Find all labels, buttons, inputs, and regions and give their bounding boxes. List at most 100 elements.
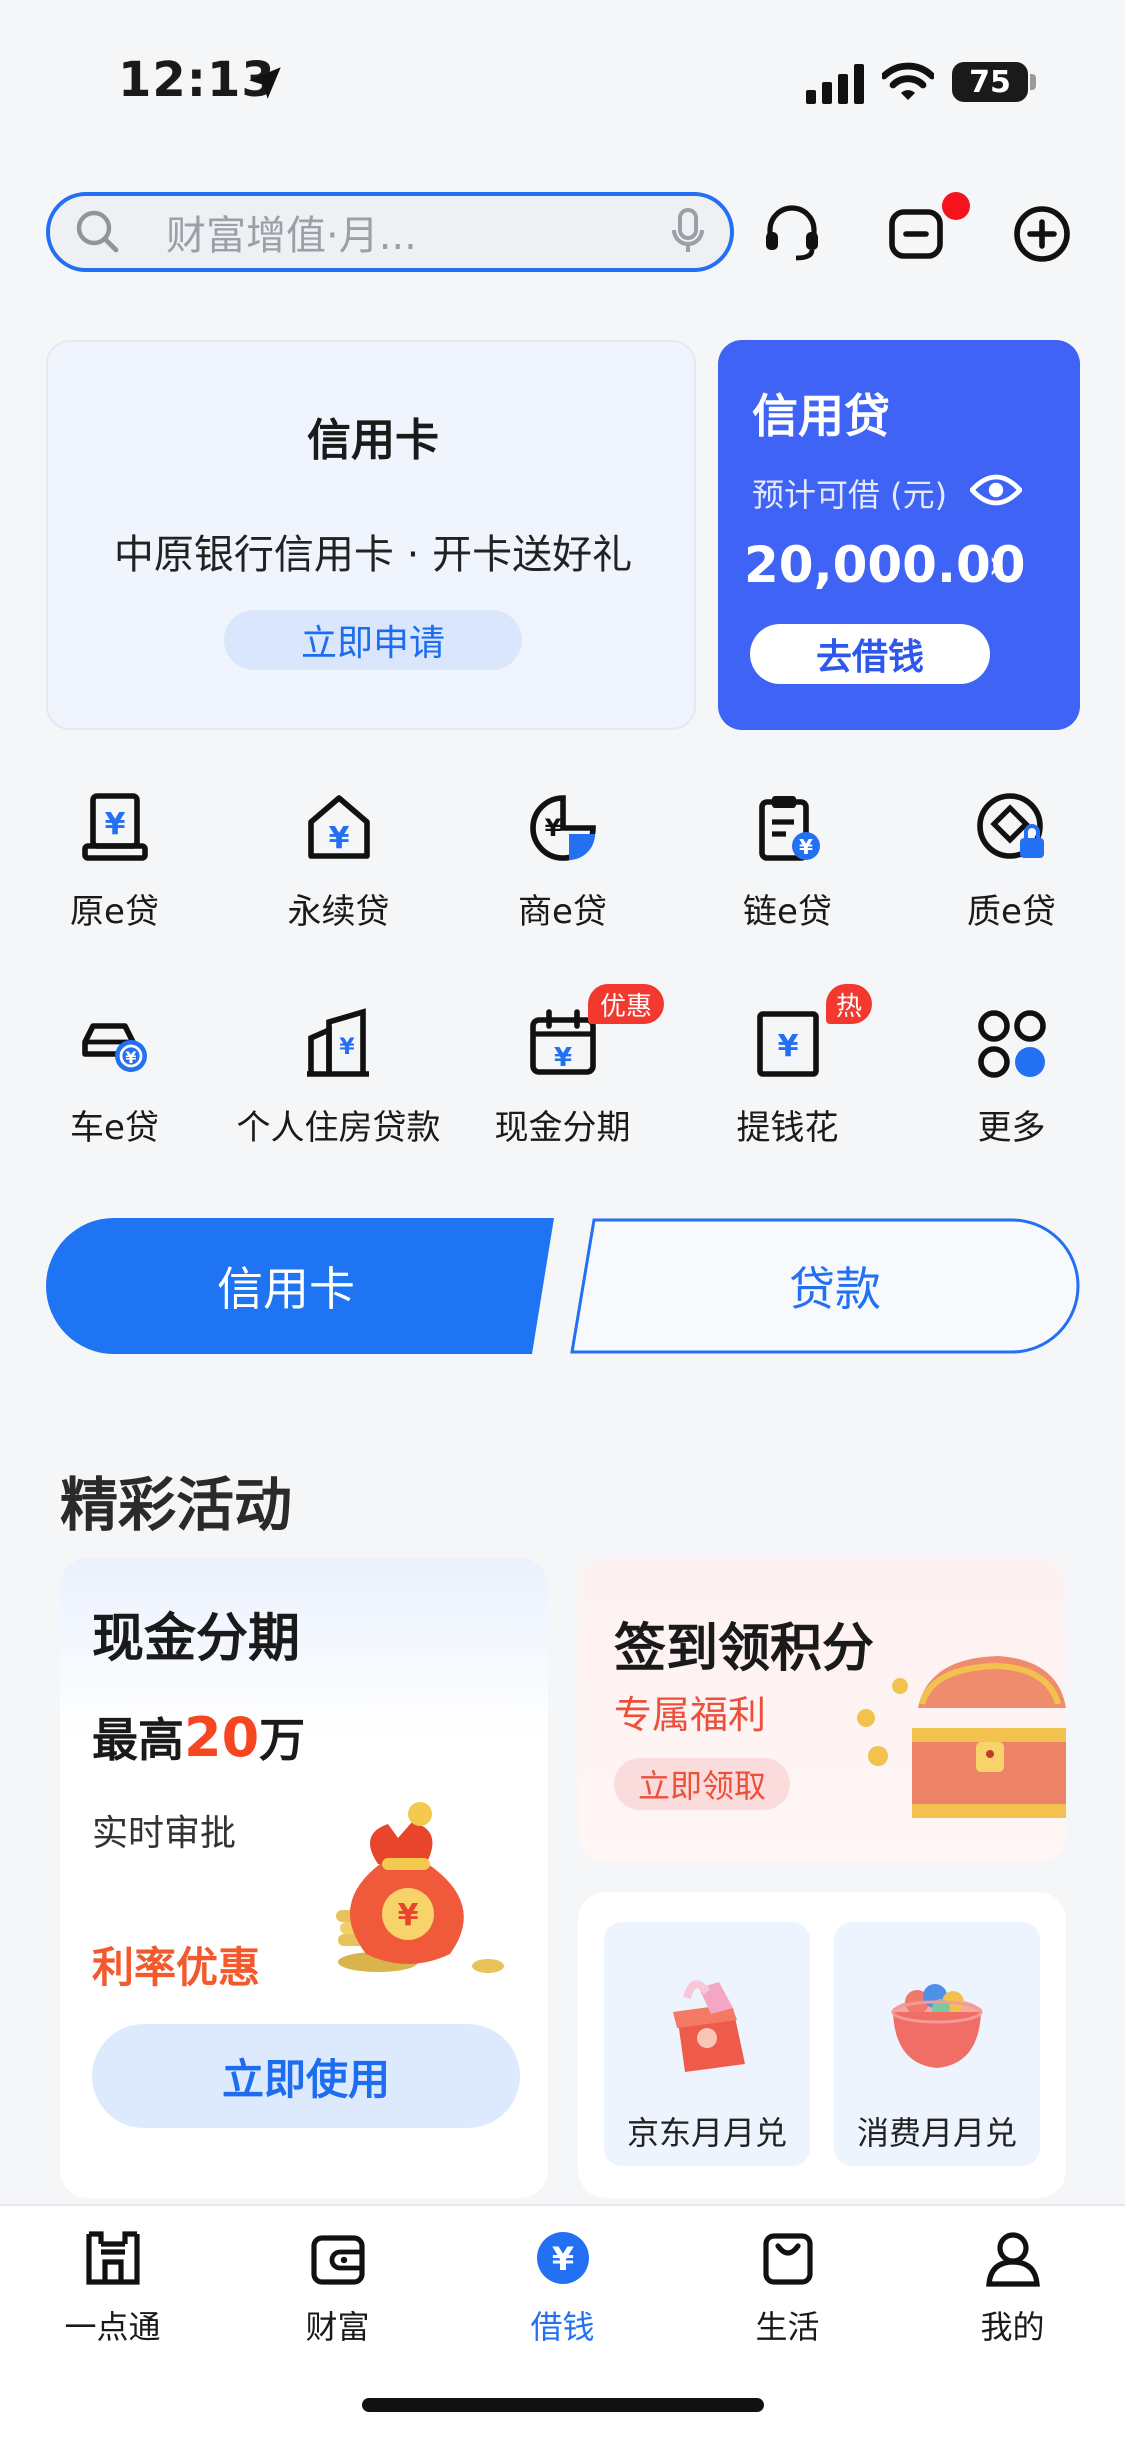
product-housing-loan[interactable]: ¥ 个人住房贷款 [226,1006,451,1166]
product-che-e-dai[interactable]: ¥ 车e贷 [2,1006,227,1166]
cash-installment-card[interactable]: 现金分期 最高20万 实时审批 利率优惠 ¥ 立即使用 [60,1558,548,2198]
search-icon [76,210,119,253]
product-yong-xu-dai[interactable]: ¥ 永续贷 [226,790,451,950]
house-yen-icon: ¥ [307,795,370,859]
jd-monthly-redeem[interactable]: 京东月月兑 [604,1922,810,2166]
sign-in-points-card[interactable]: 签到领积分 专属福利 立即领取 [578,1558,1066,1862]
clipboard-yen-icon: ¥ [758,796,820,861]
battery-indicator: 75 [952,62,1028,102]
pie-yen-icon: ¥ [529,795,596,861]
headset-icon [766,205,818,261]
svg-text:¥: ¥ [544,814,561,842]
svg-text:¥: ¥ [553,1043,571,1073]
person-icon [985,2232,1040,2287]
nav-yi-dian-tong[interactable]: 一点通 [0,2226,225,2366]
credit-card-subtitle: 中原银行信用卡 · 开卡送好礼 [113,532,633,578]
product-label: 永续贷 [287,892,390,932]
svg-text:¥: ¥ [398,1898,419,1933]
search-placeholder: 财富增值·月... [166,213,417,259]
nav-wealth[interactable]: 财富 [225,2226,450,2366]
notification-dot [942,192,970,220]
search-input[interactable]: 财富增值·月... [46,192,734,272]
credit-loan-title: 信用贷 [752,389,890,443]
product-yuan-e-dai[interactable]: ¥ 原e贷 [2,790,227,950]
svg-text:¥: ¥ [799,835,813,859]
product-label: 个人住房贷款 [236,1108,441,1148]
message-icon [889,209,943,259]
more-dots-icon [977,1010,1046,1078]
chevron-right-icon[interactable]: › [988,542,1004,588]
promo-badge: 优惠 [588,984,665,1024]
product-cash-installment[interactable]: ¥ 现金分期 [450,1006,675,1166]
nav-life[interactable]: 生活 [675,2226,900,2366]
signal-icon [806,64,864,104]
nav-label: 生活 [755,2308,820,2346]
realtime-approval: 实时审批 [92,1813,237,1854]
yen-card-icon: ¥ [756,1011,819,1077]
use-now-button[interactable]: 立即使用 [92,2024,520,2128]
candy-bowl-icon [891,1984,983,2068]
product-zhi-e-dai[interactable]: 质e贷 [899,790,1124,950]
messages-button[interactable] [880,198,952,270]
car-yen-icon: ¥ [81,1023,147,1072]
add-button[interactable] [1006,198,1078,270]
consumption-monthly-label: 消费月月兑 [856,2114,1017,2152]
tab-credit-label: 信用卡 [217,1262,355,1316]
product-label: 原e贷 [70,892,159,932]
credit-card-promo-card[interactable]: 信用卡 中原银行信用卡 · 开卡送好礼 立即申请 [46,340,696,730]
product-label: 现金分期 [494,1108,631,1148]
borrow-button[interactable]: 去借钱 [750,624,990,684]
monthly-redeem-card: 京东月月兑 消费月月兑 [578,1892,1066,2198]
product-label: 链e贷 [743,892,832,932]
cash-installment-title: 现金分期 [92,1609,301,1669]
nav-label: 一点通 [64,2308,161,2346]
exclusive-benefits: 专属福利 [614,1693,767,1737]
product-ti-qian-hua[interactable]: ¥ 提钱花 [675,1006,900,1166]
credit-loan-amount: 20,000.00 [744,536,1026,594]
max-value: 20 [184,1706,260,1769]
credit-loan-subtitle: 预计可借 (元) [752,476,948,514]
shopping-bag-icon [762,2233,813,2285]
tab-loan[interactable]: 贷款 [570,1218,1080,1354]
yen-circle-icon: ¥ [536,2232,589,2284]
customer-service-button[interactable] [756,198,828,270]
sign-in-title: 签到领积分 [614,1619,875,1679]
product-label: 质e贷 [967,892,1056,932]
claim-now-button[interactable]: 立即领取 [614,1758,790,1810]
battery-tip [1030,74,1036,90]
max-suffix: 万 [259,1713,306,1767]
consumption-monthly-redeem[interactable]: 消费月月兑 [834,1922,1040,2166]
product-shang-e-dai[interactable]: ¥ 商e贷 [450,790,675,950]
product-more[interactable]: 更多 [899,1006,1124,1166]
svg-text:¥: ¥ [777,1029,798,1064]
gift-box-icon [673,1980,745,2072]
hot-badge: 热 [826,984,872,1024]
svg-text:¥: ¥ [125,1048,136,1067]
credit-card-title: 信用卡 [307,415,439,466]
home-castle-icon [85,2231,140,2285]
nav-label: 我的 [980,2308,1045,2346]
tab-credit-card[interactable]: 信用卡 [46,1218,554,1354]
wallet-icon [310,2235,365,2285]
location-arrow-icon [249,67,281,99]
microphone-icon[interactable] [670,208,706,256]
nav-mine[interactable]: 我的 [900,2226,1125,2366]
max-prefix: 最高 [92,1713,184,1767]
product-label: 更多 [977,1108,1046,1148]
product-lian-e-dai[interactable]: ¥ 链e贷 [675,790,900,950]
max-amount: 最高20万 [92,1704,305,1770]
eye-icon[interactable] [970,470,1022,510]
svg-text:¥: ¥ [104,807,125,842]
svg-text:¥: ¥ [551,2240,573,2278]
tab-loan-label: 贷款 [789,1262,881,1316]
apply-now-button[interactable]: 立即申请 [224,610,522,670]
wifi-icon [882,62,934,100]
rate-discount: 利率优惠 [92,1943,261,1992]
building-yen-icon: ¥ [306,1008,369,1077]
nav-label: 财富 [305,2308,370,2346]
product-label: 车e贷 [70,1108,159,1148]
credit-loan-card[interactable]: 信用贷 预计可借 (元) 20,000.00 › 去借钱 [718,340,1080,730]
jd-monthly-label: 京东月月兑 [626,2114,787,2152]
diamond-lock-icon [976,793,1044,859]
nav-borrow[interactable]: ¥ 借钱 [450,2226,675,2366]
